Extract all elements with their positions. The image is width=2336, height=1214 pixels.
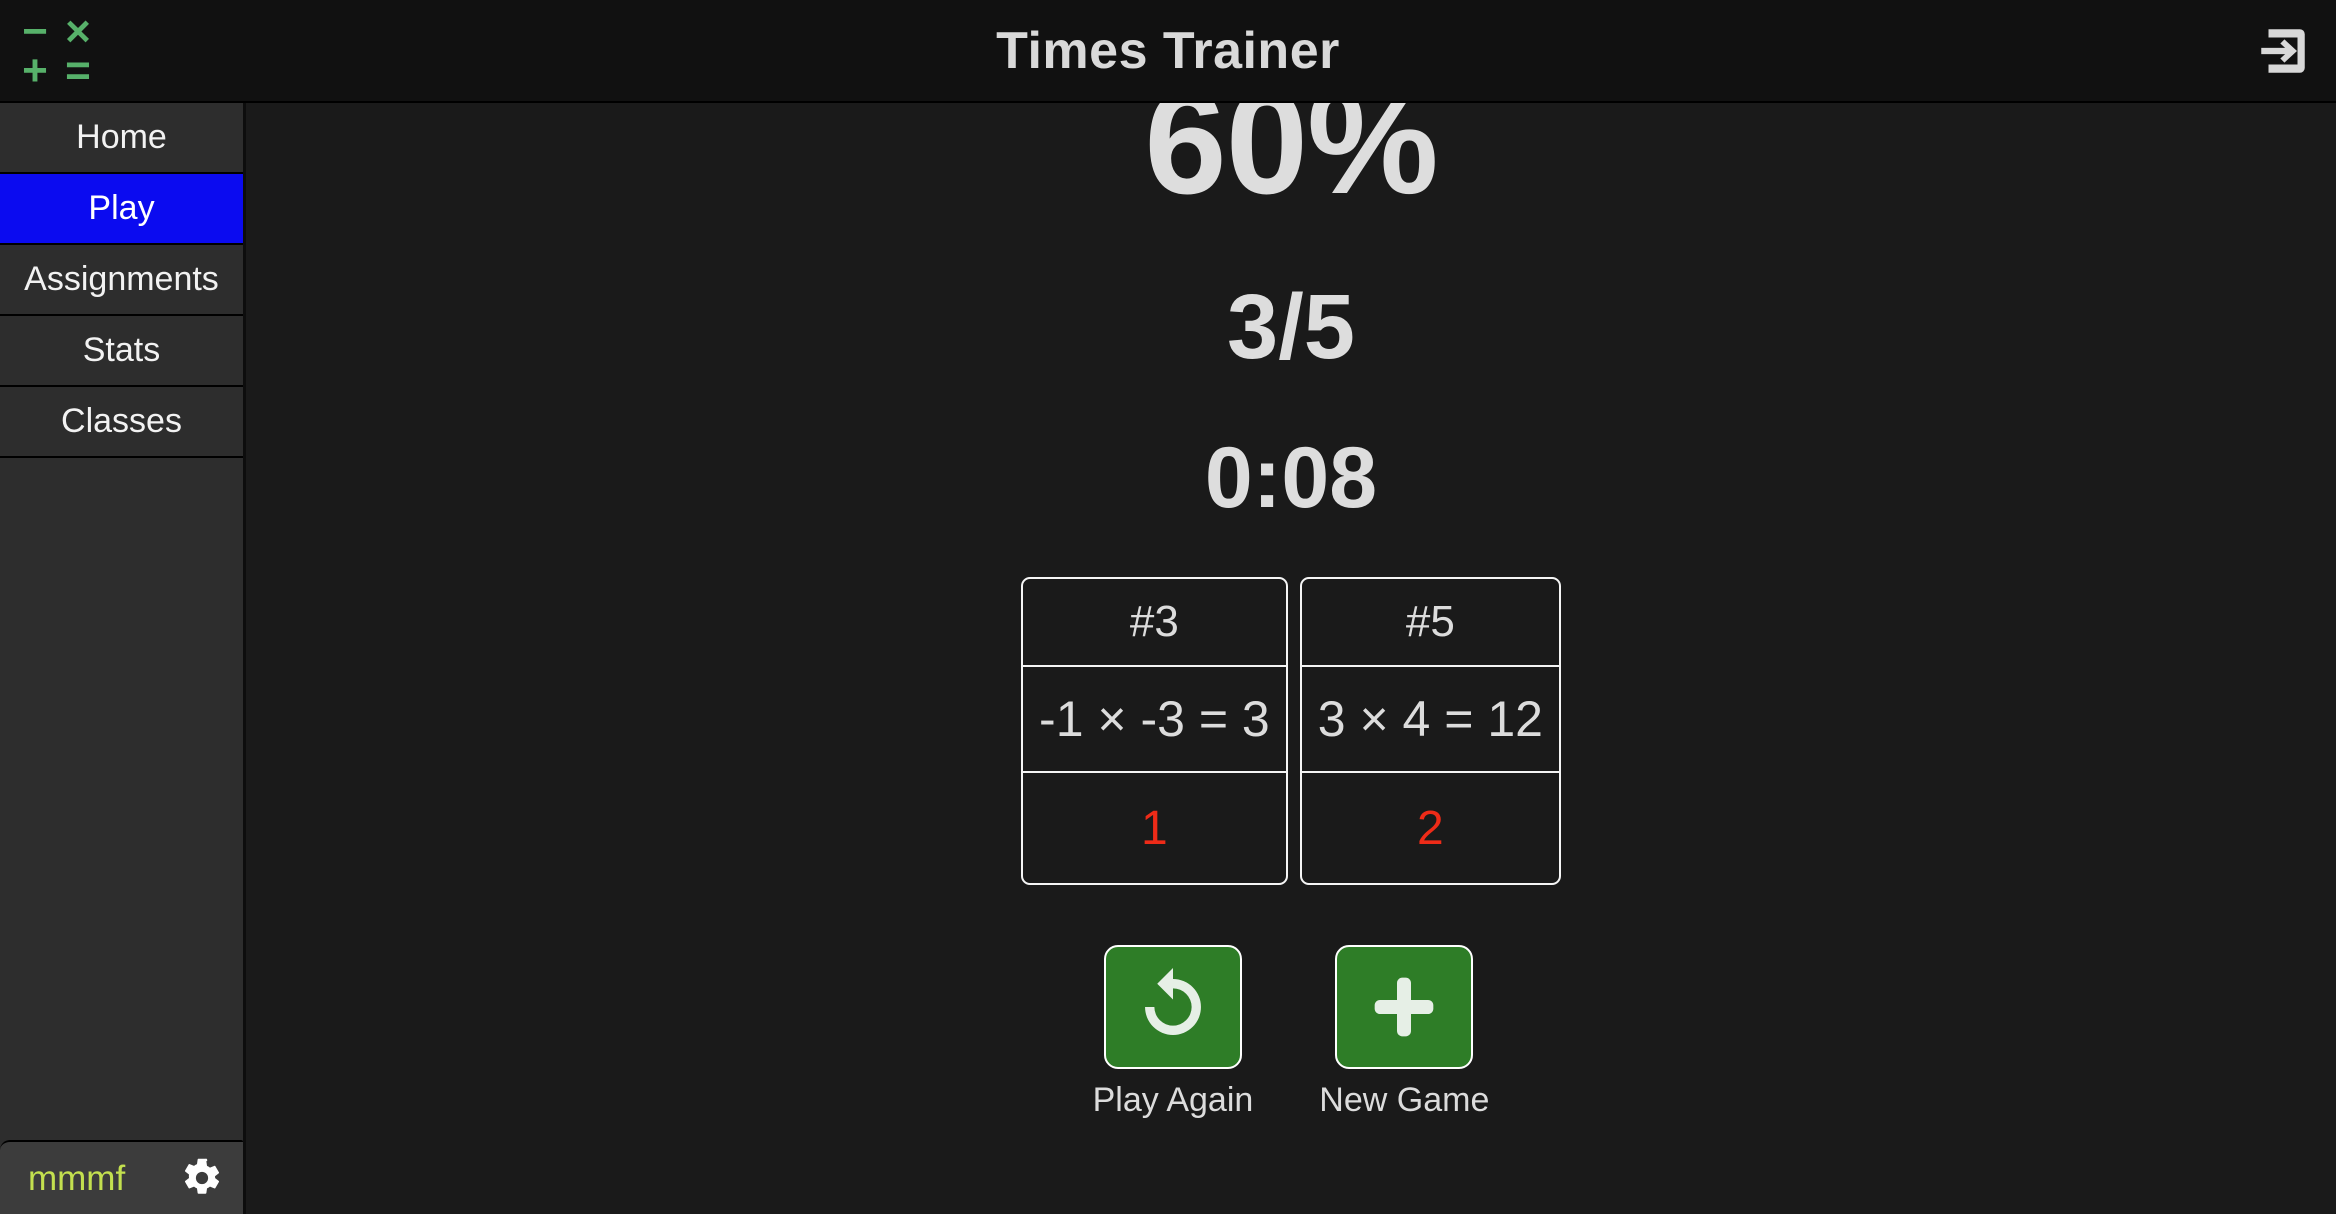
result-answer: 2 — [1417, 801, 1444, 855]
page-title: Times Trainer — [996, 21, 1340, 80]
result-card: #3 -1 × -3 = 3 1 — [1021, 577, 1288, 885]
new-game-icon-box — [1335, 945, 1474, 1069]
result-index: #3 — [1023, 579, 1286, 667]
result-problem: 3 × 4 = 12 — [1301, 667, 1559, 773]
sidebar-item-label: Classes — [61, 402, 182, 440]
results-list: #3 -1 × -3 = 3 1 #5 3 × 4 = 12 2 — [1021, 577, 1561, 885]
logout-icon — [2261, 28, 2305, 73]
timer-display: 0:08 — [1204, 430, 1378, 526]
play-again-label: Play Again — [1092, 1081, 1254, 1119]
refresh-icon — [1145, 967, 1201, 1035]
sidebar-item-label: Stats — [82, 331, 161, 369]
username-label: mmmf — [28, 1158, 126, 1198]
sidebar-item-label: Home — [76, 118, 167, 156]
sidebar-item-label: Assignments — [24, 260, 219, 298]
sidebar-item-stats[interactable]: Stats — [0, 316, 243, 387]
app-logo: − × + = — [14, 9, 100, 95]
sidebar-item-classes[interactable]: Classes — [0, 387, 243, 458]
result-answer: 1 — [1141, 801, 1168, 855]
actions-row: Play Again New Game — [1092, 945, 1489, 1119]
result-card: #5 3 × 4 = 12 2 — [1299, 577, 1561, 885]
plus-icon: + — [22, 45, 48, 95]
score-fraction: 3/5 — [1227, 276, 1355, 378]
play-again-icon-box — [1103, 945, 1242, 1069]
sidebar-spacer — [0, 458, 243, 1140]
settings-button[interactable] — [179, 1155, 225, 1201]
app-root: − × + = Times Trainer Home Play Assignme… — [0, 0, 2336, 1214]
sidebar-item-label: Play — [88, 189, 155, 227]
equals-icon: = — [65, 45, 91, 95]
gear-icon — [184, 1158, 220, 1194]
result-index: #5 — [1301, 579, 1559, 667]
app-header: − × + = Times Trainer — [0, 0, 2336, 103]
sidebar-item-home[interactable]: Home — [0, 103, 243, 174]
new-game-button[interactable]: New Game — [1319, 945, 1489, 1117]
new-game-label: New Game — [1319, 1081, 1490, 1119]
main-content: 60% 3/5 0:08 #3 -1 × -3 = 3 1 #5 3 × 4 =… — [246, 103, 2336, 1214]
result-problem: -1 × -3 = 3 — [1023, 667, 1286, 773]
sidebar-item-play[interactable]: Play — [0, 174, 243, 245]
sidebar: Home Play Assignments Stats Classes mmmf — [0, 103, 246, 1214]
sidebar-item-assignments[interactable]: Assignments — [0, 245, 243, 316]
body-wrapper: Home Play Assignments Stats Classes mmmf — [0, 103, 2336, 1214]
plus-icon — [1374, 977, 1434, 1037]
user-bar[interactable]: mmmf — [0, 1140, 243, 1214]
logout-button[interactable] — [2252, 20, 2314, 82]
play-again-button[interactable]: Play Again — [1092, 945, 1254, 1119]
score-percent: 60% — [1144, 103, 1438, 225]
